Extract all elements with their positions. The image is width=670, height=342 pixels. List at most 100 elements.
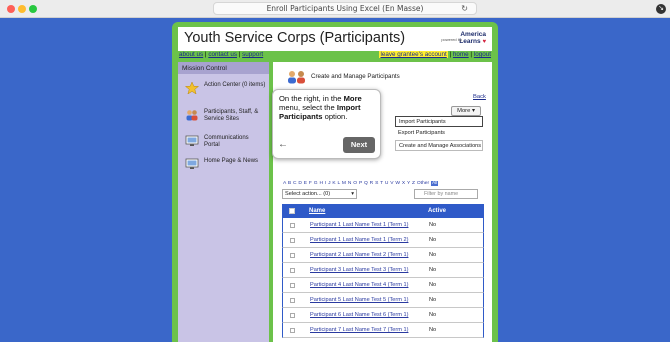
alphabet-letter[interactable]: C xyxy=(293,181,297,186)
column-header-active: Active xyxy=(428,208,447,214)
alphabet-letter[interactable]: L xyxy=(338,181,341,186)
participant-link[interactable]: Participant 2 Last Name Test 2 (Term 1) xyxy=(310,252,408,258)
table-header: Name Active xyxy=(282,204,484,218)
window-title: Enroll Participants Using Excel (En Mass… xyxy=(266,4,424,13)
table-row: Participant 5 Last Name Test 5 (Term 1) N… xyxy=(282,293,484,308)
active-status: No xyxy=(429,252,437,258)
alphabet-letter[interactable]: J xyxy=(328,181,330,186)
back-link[interactable]: Back xyxy=(473,94,486,100)
table-row: Participant 3 Last Name Test 3 (Term 1) N… xyxy=(282,263,484,278)
participant-link[interactable]: Participant 1 Last Name Test 1 (Term 2) xyxy=(310,237,408,243)
next-button[interactable]: Next xyxy=(343,137,375,153)
alphabet-letter[interactable]: R xyxy=(370,181,374,186)
active-status: No xyxy=(429,327,437,333)
more-label: More xyxy=(457,108,471,114)
sidebar-item-label: Communications Portal xyxy=(204,135,249,148)
participant-link[interactable]: Participant 3 Last Name Test 3 (Term 1) xyxy=(310,267,408,273)
alphabet-letter[interactable]: S xyxy=(375,181,378,186)
alphabet-letter[interactable]: W xyxy=(395,181,400,186)
participant-link[interactable]: Participant 1 Last Name Test 1 (Term 1) xyxy=(310,222,408,228)
alphabet-letter[interactable]: F xyxy=(309,181,312,186)
participant-link[interactable]: Participant 4 Last Name Test 4 (Term 1) xyxy=(310,282,408,288)
tooltip-text: On the right, in the More menu, select t… xyxy=(279,94,379,121)
alphabet-letter[interactable]: O xyxy=(353,181,357,186)
alphabet-letter[interactable]: E xyxy=(304,181,307,186)
home-link[interactable]: home xyxy=(453,51,469,58)
menu-item-import-participants[interactable]: Import Participants xyxy=(395,116,483,127)
alphabet-letter[interactable]: U xyxy=(385,181,389,186)
row-checkbox[interactable] xyxy=(290,268,295,273)
row-checkbox[interactable] xyxy=(290,223,295,228)
sidebar-item-label: Participants, Staff, & Service Sites xyxy=(204,109,259,122)
close-window-button[interactable] xyxy=(7,5,15,13)
alphabet-letter[interactable]: G xyxy=(314,181,318,186)
alphabet-letter[interactable]: H xyxy=(319,181,323,186)
zoom-window-button[interactable] xyxy=(29,5,37,13)
brand-name-1: America xyxy=(460,31,486,38)
monitor-icon xyxy=(185,158,199,169)
row-checkbox[interactable] xyxy=(290,238,295,243)
leave-account-link[interactable]: leave grantee's account xyxy=(379,51,448,58)
table-row: Participant 6 Last Name Test 6 (Term 1) N… xyxy=(282,308,484,323)
support-link[interactable]: support xyxy=(242,51,263,58)
monitor-icon xyxy=(185,135,199,146)
alphabet-letter[interactable]: Y xyxy=(407,181,410,186)
participant-link[interactable]: Participant 5 Last Name Test 5 (Term 1) xyxy=(310,297,408,303)
filter-input[interactable]: Filter by name xyxy=(414,189,478,199)
logout-link[interactable]: logout xyxy=(474,51,491,58)
row-checkbox[interactable] xyxy=(290,298,295,303)
alphabet-letter[interactable]: A xyxy=(283,181,286,186)
alphabet-letter[interactable]: K xyxy=(332,181,335,186)
alphabet-letter[interactable]: N xyxy=(348,181,352,186)
alphabet-letter[interactable]: D xyxy=(298,181,302,186)
about-link[interactable]: about us xyxy=(179,51,203,58)
select-all-checkbox[interactable] xyxy=(289,208,295,214)
sidebar-item-label: Action Center (0 items) xyxy=(204,82,266,88)
arrow-left-icon[interactable]: ← xyxy=(278,139,288,150)
table-row: Participant 7 Last Name Test 7 (Term 1) N… xyxy=(282,323,484,338)
select-action-label: Select action... (0) xyxy=(285,191,331,197)
alphabet-all[interactable]: All xyxy=(430,181,439,186)
row-checkbox[interactable] xyxy=(290,328,295,333)
star-icon xyxy=(185,82,199,94)
heart-icon: ♥ xyxy=(482,39,486,45)
active-status: No xyxy=(429,267,437,273)
menu-item-create-associations[interactable]: Create and Manage Associations xyxy=(395,140,483,151)
alphabet-letter[interactable]: M xyxy=(342,181,346,186)
column-header-name[interactable]: Name xyxy=(309,208,325,214)
alphabet-letter[interactable]: B xyxy=(288,181,291,186)
participant-link[interactable]: Participant 6 Last Name Test 6 (Term 1) xyxy=(310,312,408,318)
sidebar-title: Mission Control xyxy=(178,62,269,74)
alphabet-letter[interactable]: Z xyxy=(412,181,415,186)
menu-item-export-participants[interactable]: Export Participants xyxy=(395,128,483,139)
table-row: Participant 2 Last Name Test 2 (Term 1) N… xyxy=(282,248,484,263)
row-checkbox[interactable] xyxy=(290,283,295,288)
address-bar[interactable]: Enroll Participants Using Excel (En Mass… xyxy=(213,2,477,15)
app-header: Youth Service Corps (Participants) Ameri… xyxy=(178,27,492,51)
reload-icon[interactable]: ↻ xyxy=(461,3,468,15)
brand-name-2: Learns xyxy=(459,38,481,45)
tooltip-line-2: menu, select the xyxy=(279,103,335,112)
more-menu-button[interactable]: More ▾ xyxy=(451,106,481,116)
alphabet-letter[interactable]: Q xyxy=(364,181,368,186)
alphabet-letter[interactable]: X xyxy=(402,181,405,186)
alphabet-letter[interactable]: I xyxy=(325,181,326,186)
participant-link[interactable]: Participant 7 Last Name Test 7 (Term 1) xyxy=(310,327,408,333)
active-status: No xyxy=(429,237,437,243)
alphabet-letter[interactable]: V xyxy=(390,181,393,186)
row-checkbox[interactable] xyxy=(290,253,295,258)
alphabet-letter[interactable]: Other xyxy=(417,181,429,186)
select-action-dropdown[interactable]: Select action... (0) ▾ xyxy=(282,189,357,199)
table-row: Participant 1 Last Name Test 1 (Term 1) N… xyxy=(282,218,484,233)
extension-icon[interactable]: ↘ xyxy=(656,4,666,14)
people-icon xyxy=(288,71,305,84)
alphabet-letter[interactable]: P xyxy=(359,181,362,186)
minimize-window-button[interactable] xyxy=(18,5,26,13)
table-row: Participant 4 Last Name Test 4 (Term 1) N… xyxy=(282,278,484,293)
alphabet-filter: A B C D E F G H I J K L M N O P Q R S T … xyxy=(283,181,439,186)
guide-tooltip: On the right, in the More menu, select t… xyxy=(272,89,381,159)
row-checkbox[interactable] xyxy=(290,313,295,318)
alphabet-letter[interactable]: T xyxy=(380,181,383,186)
chevron-down-icon: ▾ xyxy=(351,191,354,197)
contact-link[interactable]: contact us xyxy=(208,51,237,58)
